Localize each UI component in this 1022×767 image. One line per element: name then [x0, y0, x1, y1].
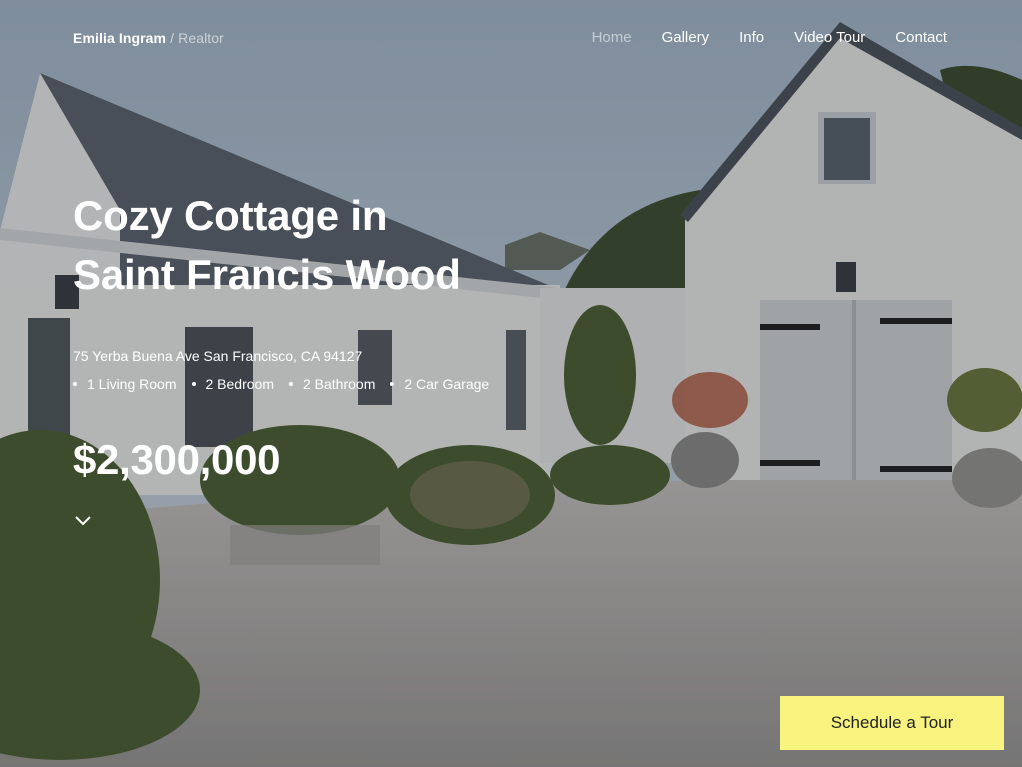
bullet-icon — [191, 382, 196, 386]
nav-gallery-link[interactable]: Gallery — [662, 29, 710, 46]
listing-title-line-1: Cozy Cottage in — [73, 192, 388, 239]
brand-separator: / — [170, 30, 175, 46]
feature-label: 2 Car Garage — [404, 376, 490, 392]
brand[interactable]: Emilia Ingram / Realtor — [73, 30, 224, 46]
feature-item: 2 Car Garage — [390, 376, 489, 392]
feature-label: 1 Living Room — [87, 376, 177, 392]
nav-home-link[interactable]: Home — [592, 29, 632, 46]
feature-item: 2 Bathroom — [288, 376, 376, 392]
brand-name: Emilia Ingram — [73, 30, 167, 46]
schedule-tour-button[interactable]: Schedule a Tour — [780, 696, 1004, 750]
feature-item: 1 Living Room — [73, 376, 177, 392]
bullet-icon — [73, 382, 77, 386]
bullet-icon — [288, 382, 293, 386]
brand-role: Realtor — [178, 30, 224, 46]
bullet-icon — [390, 382, 395, 386]
main-menu: Home Gallery Info Video Tour Contact — [592, 29, 947, 46]
chevron-down-icon[interactable] — [73, 512, 93, 528]
feature-label: 2 Bathroom — [302, 376, 376, 392]
feature-item: 2 Bedroom — [191, 376, 274, 392]
nav-info-link[interactable]: Info — [739, 29, 764, 46]
nav-contact-link[interactable]: Contact — [895, 29, 947, 46]
listing-features: 1 Living Room 2 Bedroom 2 Bathroom 2 Car… — [73, 376, 593, 392]
feature-label: 2 Bedroom — [205, 376, 274, 392]
top-navbar: Emilia Ingram / Realtor Home Gallery Inf… — [0, 0, 1022, 76]
listing-price: $2,300,000 — [73, 436, 281, 483]
listing-title-line-2: Saint Francis Wood — [73, 251, 461, 298]
listing-title: Cozy Cottage in Saint Francis Wood — [73, 186, 593, 304]
listing-details: Cozy Cottage in Saint Francis Wood 75 Ye… — [73, 186, 593, 484]
listing-address: 75 Yerba Buena Ave San Francisco, CA 941… — [73, 348, 363, 364]
nav-video-tour-link[interactable]: Video Tour — [794, 29, 865, 46]
